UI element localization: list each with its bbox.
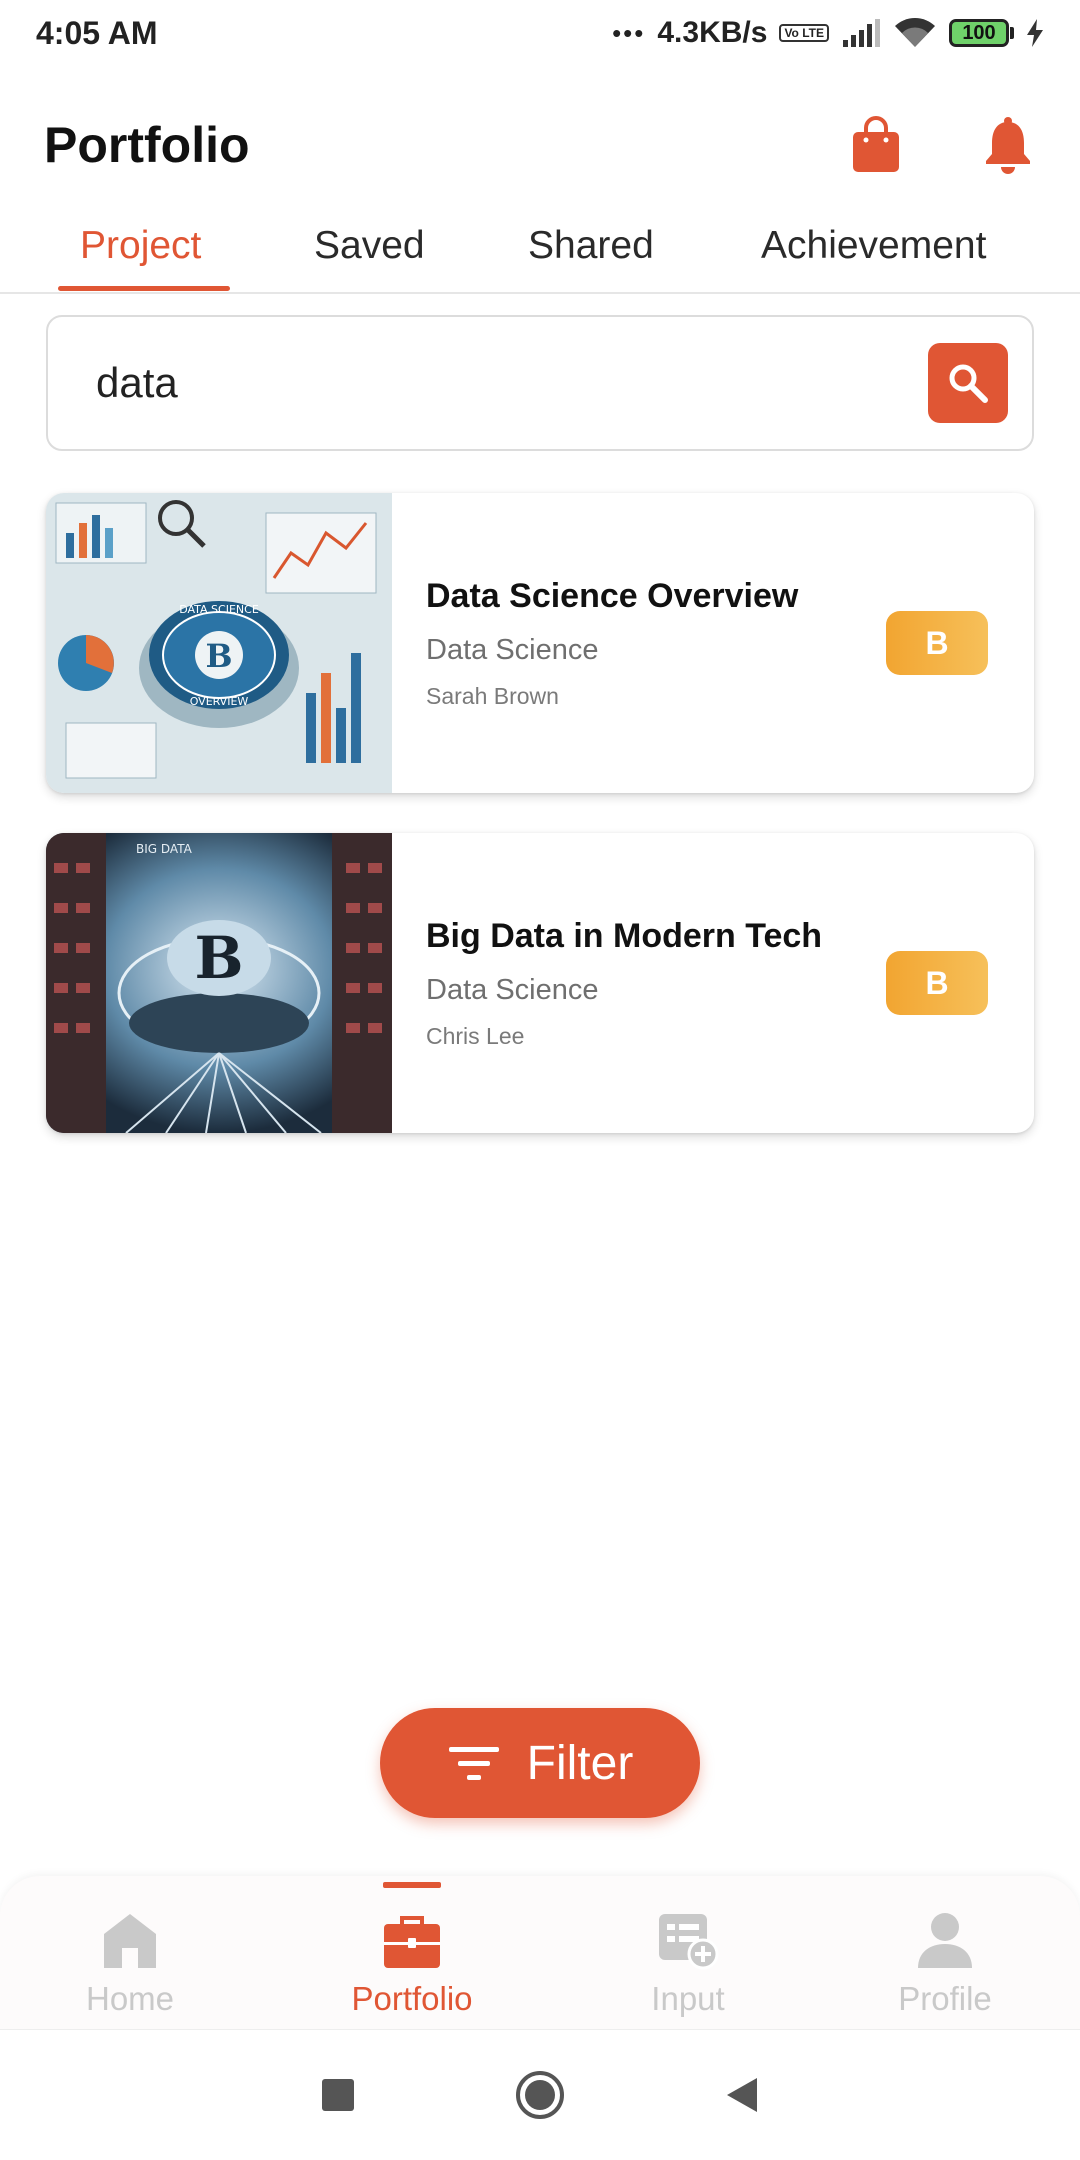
status-bar: 4:05 AM ••• 4.3KB/s Vo LTE 100 — [0, 0, 1080, 66]
app-header: Portfolio — [0, 100, 1080, 190]
briefcase-icon — [382, 1900, 442, 1970]
project-thumbnail: B DATA SCIENCE OVERVIEW — [46, 493, 392, 793]
nav-item-home[interactable]: Home — [30, 1900, 230, 2018]
thumbnail-caption: OVERVIEW — [190, 695, 249, 708]
bottom-navigation: Home Portfolio Input Profile — [0, 1876, 1080, 2030]
nav-label: Portfolio — [351, 1980, 473, 2017]
grade-badge: B — [886, 611, 988, 675]
search-icon — [949, 364, 988, 403]
volte-icon: Vo LTE — [779, 24, 829, 42]
person-icon — [916, 1900, 974, 1970]
active-nav-indicator — [383, 1882, 441, 1888]
add-document-icon — [657, 1900, 719, 1970]
nav-item-portfolio[interactable]: Portfolio — [312, 1900, 512, 2018]
status-indicators: ••• 4.3KB/s Vo LTE 100 — [612, 16, 1044, 50]
tab-bar: Project Saved Shared Achievement — [0, 210, 1080, 294]
charging-icon — [1027, 19, 1043, 47]
tab-project[interactable]: Project — [80, 224, 201, 294]
project-thumbnail: B BIG DATA — [46, 833, 392, 1133]
thumbnail-caption: DATA SCIENCE — [179, 603, 259, 616]
signal-icon — [843, 19, 880, 47]
notification-dots: ••• — [612, 17, 646, 48]
tab-achievement[interactable]: Achievement — [761, 224, 986, 294]
recents-square-icon[interactable] — [321, 2078, 355, 2112]
nav-item-profile[interactable]: Profile — [845, 1900, 1045, 2018]
project-card[interactable]: B BIG DATA Big Data in Modern Tech Data … — [46, 833, 1034, 1133]
wifi-icon — [895, 18, 935, 47]
active-tab-indicator — [58, 286, 230, 291]
filter-label: Filter — [526, 1736, 634, 1790]
home-icon — [102, 1900, 158, 1970]
bell-icon[interactable] — [980, 113, 1036, 177]
project-author: Sarah Brown — [426, 683, 559, 709]
system-navigation-bar — [0, 2030, 1080, 2160]
header-actions — [848, 113, 1036, 177]
filter-icon — [448, 1747, 499, 1780]
project-card[interactable]: B DATA SCIENCE OVERVIEW Data Science Ove… — [46, 493, 1034, 793]
battery-level: 100 — [949, 19, 1009, 47]
search-button[interactable] — [928, 343, 1008, 423]
search-input[interactable] — [96, 359, 928, 407]
nav-label: Profile — [898, 1980, 992, 2017]
tab-shared[interactable]: Shared — [528, 224, 654, 294]
back-triangle-icon[interactable] — [725, 2076, 759, 2114]
nav-item-input[interactable]: Input — [588, 1900, 788, 2018]
grade-badge: B — [886, 951, 988, 1015]
shopping-bag-icon[interactable] — [848, 113, 904, 177]
thumbnail-b-letter: B — [205, 637, 232, 675]
status-time: 4:05 AM — [36, 14, 158, 51]
tab-saved[interactable]: Saved — [314, 224, 425, 294]
nav-label: Home — [85, 1980, 175, 2017]
thumbnail-b-letter: B — [194, 924, 243, 992]
nav-label: Input — [651, 1980, 725, 2017]
battery-icon: 100 — [949, 19, 1014, 47]
search-bar — [46, 315, 1034, 451]
filter-button[interactable]: Filter — [380, 1708, 700, 1818]
thumbnail-caption: BIG DATA — [136, 842, 193, 856]
project-author: Chris Lee — [426, 1023, 525, 1049]
page-title: Portfolio — [44, 117, 250, 173]
network-speed: 4.3KB/s — [657, 16, 768, 49]
home-circle-icon[interactable] — [515, 2070, 565, 2120]
